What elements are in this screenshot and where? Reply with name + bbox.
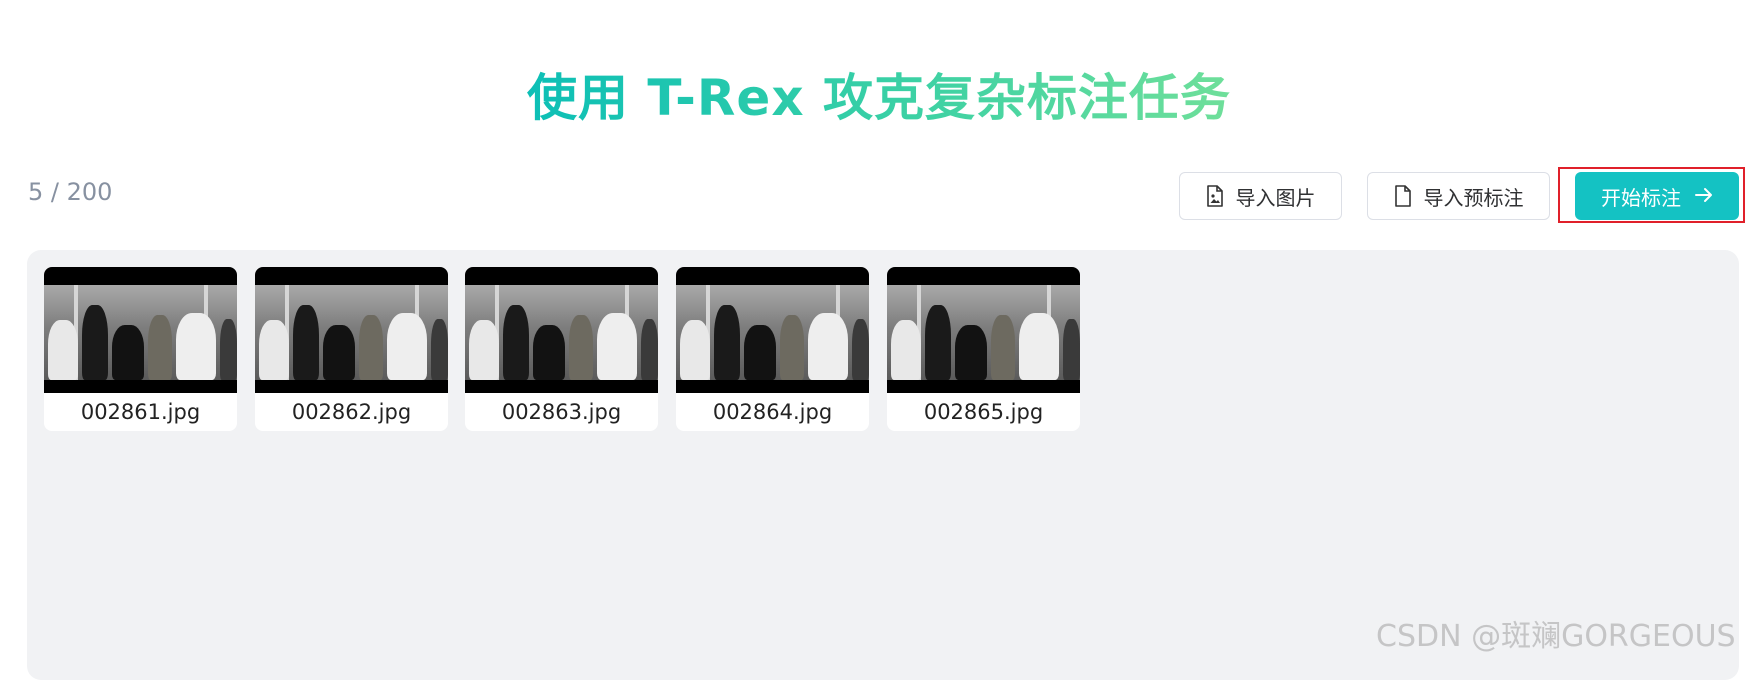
import-images-label: 导入图片 [1235, 185, 1316, 210]
image-counter: 5 / 200 [28, 178, 113, 206]
arrow-right-icon [1695, 184, 1713, 208]
image-card[interactable]: 002864.jpg [676, 267, 869, 431]
file-icon [1394, 185, 1412, 207]
image-thumbnail [44, 267, 237, 393]
image-card[interactable]: 002862.jpg [255, 267, 448, 431]
watermark: CSDN @斑斓GORGEOUS [1376, 619, 1736, 654]
start-annotation-label: 开始标注 [1601, 185, 1681, 210]
page-title-text: 使用 T-Rex 攻克复杂标注任务 [527, 68, 1231, 127]
image-thumbnail [676, 267, 869, 393]
image-filename: 002865.jpg [923, 400, 1044, 424]
image-filename: 002863.jpg [501, 400, 622, 424]
start-annotation-button[interactable]: 开始标注 [1575, 172, 1739, 220]
image-filename: 002862.jpg [291, 400, 412, 424]
import-preannotations-label: 导入预标注 [1423, 185, 1524, 210]
image-card[interactable]: 002861.jpg [44, 267, 237, 431]
image-filename: 002861.jpg [80, 400, 201, 424]
import-images-button[interactable]: 导入图片 [1179, 172, 1342, 220]
image-filename: 002864.jpg [712, 400, 833, 424]
image-thumbnail [465, 267, 658, 393]
import-preannotations-button[interactable]: 导入预标注 [1367, 172, 1550, 220]
image-thumbnail [255, 267, 448, 393]
image-card[interactable]: 002865.jpg [887, 267, 1080, 431]
image-thumbnail [887, 267, 1080, 393]
image-file-icon [1206, 185, 1224, 207]
image-card[interactable]: 002863.jpg [465, 267, 658, 431]
page-title: 使用 T-Rex 攻克复杂标注任务 [0, 66, 1758, 130]
